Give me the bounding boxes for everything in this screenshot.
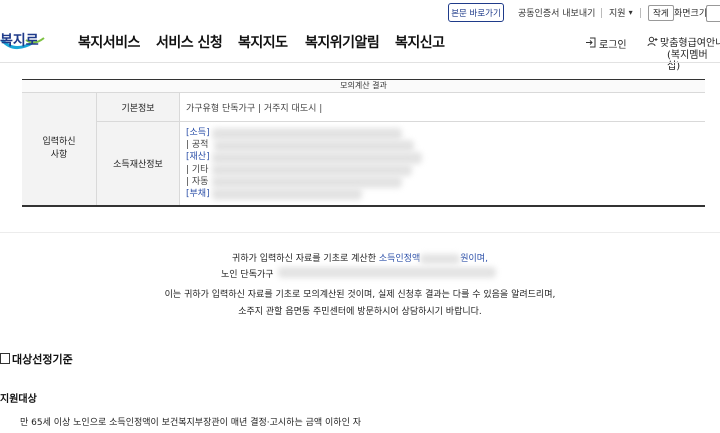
redacted-block — [212, 188, 362, 200]
login-label: 로그인 — [599, 40, 627, 51]
row-divider — [97, 121, 705, 122]
redacted-block — [212, 128, 402, 140]
other-tag: | 기타 — [186, 164, 209, 175]
result-message-line1: 귀하가 입력하신 자료를 기초로 계산한 소득인정액 원이며, — [232, 253, 488, 264]
result-message-line2: 노인 단독가구 — [221, 270, 274, 280]
income-asset-label: 소득재산정보 — [97, 122, 179, 205]
site-logo[interactable]: 복지로 — [0, 10, 46, 49]
membership-label-1: 맞춤형급여안내 — [660, 37, 720, 49]
criteria-subtitle: 지원대상 — [0, 394, 37, 405]
nav-welfare-services[interactable]: 복지서비스 — [78, 32, 140, 52]
redacted-block — [212, 164, 412, 176]
cert-export-link[interactable]: 공동인증서 내보내기 — [518, 4, 595, 21]
section-divider — [0, 232, 720, 233]
col-divider — [179, 93, 180, 205]
cert-export-label: 공동인증서 내보내기 — [518, 9, 596, 19]
basic-info-label: 기본정보 — [97, 93, 179, 121]
income-asset-values: [소득] | 공적 [재산] | 기타 | 자동 [부채] — [186, 127, 210, 200]
result-message-line3: 이는 귀하가 입력하신 자료를 기초로 모의계산된 것이며, 실제 신청후 결과… — [164, 290, 556, 300]
login-link[interactable]: 로그인 — [585, 36, 627, 51]
user-add-icon — [647, 36, 658, 50]
chevron-down-icon: ▾ — [628, 8, 633, 17]
zoom-in-button[interactable] — [706, 5, 720, 22]
result-message-line4: 소주지 관할 읍면동 주민센터에 방문하시어 상담하시기 바랍니다. — [238, 307, 482, 317]
basic-info-value: 가구유형 단독가구 | 거주지 대도시 | — [186, 104, 323, 114]
table-bottom-border — [22, 205, 705, 207]
redacted-block — [214, 140, 414, 152]
redacted-block — [278, 267, 496, 278]
public-income-tag: | 공적 — [186, 140, 209, 151]
skip-to-content-button[interactable]: 본문 바로가기 — [448, 3, 504, 22]
income-recognition-link[interactable]: 소득인정액 — [379, 254, 420, 264]
login-icon — [585, 37, 596, 51]
redacted-block — [212, 152, 422, 164]
membership-link[interactable]: 맞춤형급여안내 (복지멤버십) — [647, 36, 720, 72]
nav-service-apply[interactable]: 서비스 신청 — [156, 32, 223, 52]
membership-label-2: (복지멤버십) — [667, 50, 708, 72]
language-select[interactable]: 지원 ▾ — [609, 4, 633, 21]
zoom-out-button[interactable]: 작게 — [648, 5, 674, 21]
divider — [640, 8, 641, 18]
nav-welfare-report[interactable]: 복지신고 — [395, 32, 445, 52]
language-label: 지원 — [609, 9, 626, 19]
divider — [601, 8, 602, 18]
asset-tag: [재산] — [186, 152, 210, 163]
redacted-block — [212, 176, 402, 188]
result-table-title: 모의계산 결과 — [22, 80, 705, 92]
income-tag: [소득] — [186, 128, 210, 138]
header-divider — [0, 62, 720, 63]
redacted-amount — [420, 253, 461, 264]
car-tag: | 자동 — [186, 176, 209, 187]
input-summary-label: 입력하신 사항 — [22, 93, 96, 205]
logo-text: 복지로 — [0, 33, 39, 49]
criteria-description: 만 65세 이상 노인으로 소득인정액이 보건복지부장관이 매년 결정·고시하는… — [20, 418, 362, 428]
nav-crisis-alert[interactable]: 복지위기알림 — [305, 32, 380, 52]
nav-welfare-map[interactable]: 복지지도 — [238, 32, 288, 52]
criteria-title: 대상선정기준 — [12, 353, 73, 366]
zoom-label: 화면크기 — [674, 9, 708, 19]
debt-tag: [부채] — [186, 189, 210, 200]
section-bullet-icon — [0, 353, 10, 364]
